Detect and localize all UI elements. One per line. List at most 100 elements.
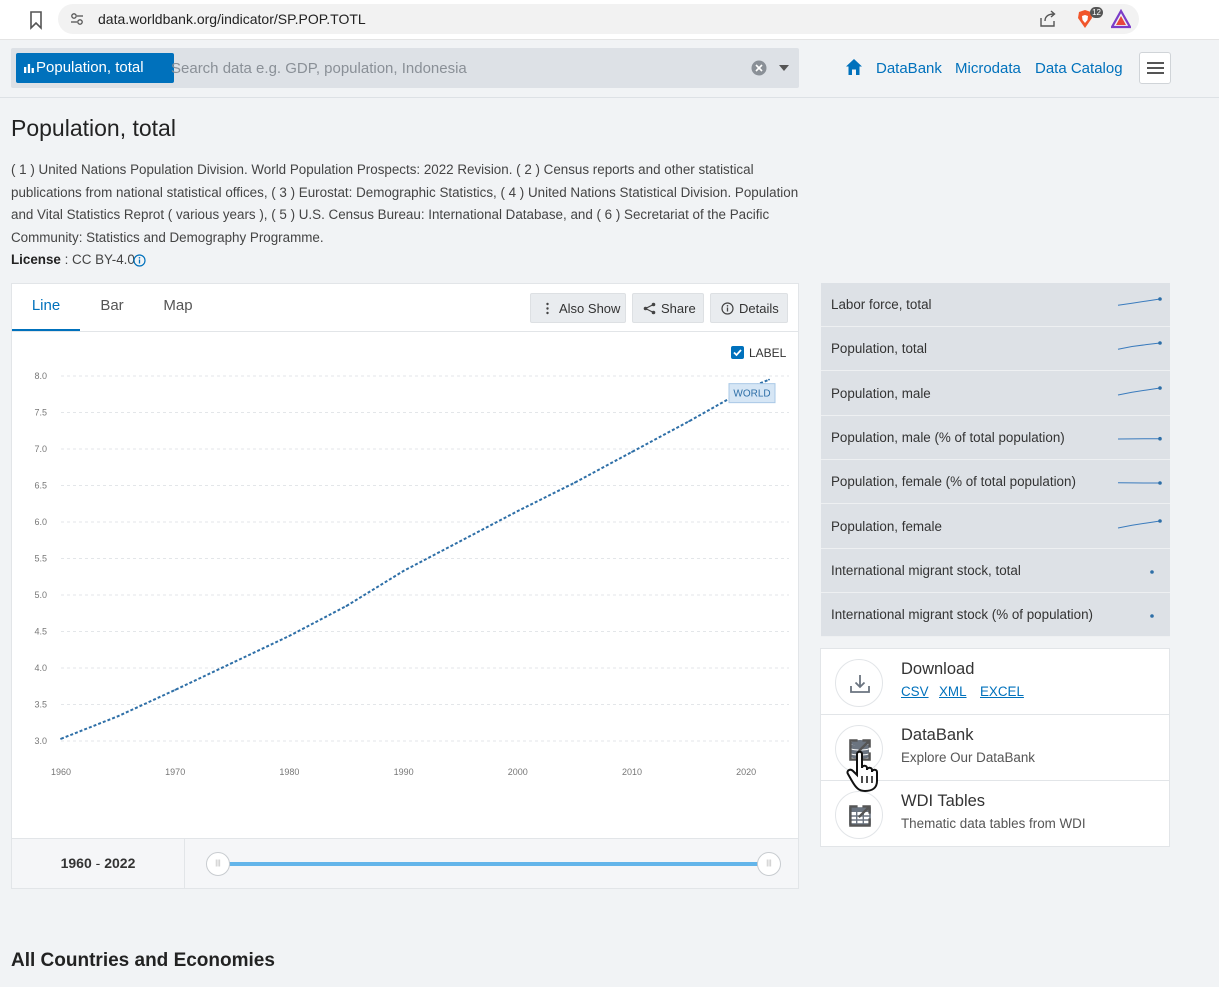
sparkline (1150, 569, 1154, 574)
chevron-down-icon[interactable] (779, 65, 789, 71)
related-indicators-list: Labor force, total Population, total Popul… (821, 283, 1170, 638)
share-page-icon[interactable] (1039, 10, 1057, 28)
chart-card: Line Bar Map Also Show Share Details LAB… (11, 283, 799, 889)
y-tick-label: 5.5 (34, 554, 47, 564)
related-indicator-item[interactable]: Population, female (% of total populatio… (821, 460, 1170, 505)
related-indicator-item[interactable]: Population, male (821, 372, 1170, 416)
related-indicator-item[interactable]: International migrant stock (% of popula… (821, 593, 1170, 638)
year-range-footer: 1960 - 2022 ||| ||| (12, 838, 798, 889)
brave-rewards-icon[interactable] (1111, 9, 1131, 29)
slider-handle-start[interactable]: ||| (206, 852, 230, 876)
also-show-button[interactable]: Also Show (530, 293, 626, 323)
info-icon[interactable] (133, 254, 146, 267)
site-settings-icon[interactable] (70, 12, 84, 26)
bookmark-icon[interactable] (28, 10, 44, 30)
related-indicator-item[interactable]: Population, total (821, 327, 1170, 372)
download-title: Download (901, 660, 975, 678)
databank-title: DataBank (901, 726, 974, 744)
home-icon[interactable] (845, 58, 863, 76)
indicator-chip[interactable]: Population, total (16, 53, 174, 83)
y-tick-label: 8.0 (34, 371, 47, 381)
nav-data-catalog[interactable]: Data Catalog (1035, 60, 1123, 77)
sparkline-endpoint (1158, 341, 1162, 346)
share-button[interactable]: Share (632, 293, 704, 323)
bar-chart-icon (24, 64, 34, 73)
data-point (459, 540, 462, 542)
series-label-text: WORLD (733, 389, 770, 400)
range-separator: - (91, 855, 105, 871)
url-text[interactable]: data.worldbank.org/indicator/SP.POP.TOTL (98, 11, 366, 27)
related-indicator-item[interactable]: Population, male (% of total population) (821, 416, 1170, 460)
sparkline-path (1117, 342, 1161, 351)
sparkline-point (1150, 614, 1154, 618)
range-end: 2022 (104, 855, 136, 871)
page-title: Population, total (11, 115, 176, 141)
related-indicator-label: International migrant stock (% of popula… (831, 607, 1094, 623)
sparkline-endpoint (1158, 481, 1162, 485)
related-indicator-item[interactable]: Labor force, total (821, 283, 1170, 327)
download-icon-circle[interactable] (835, 659, 883, 707)
details-label: Details (739, 301, 779, 316)
year-range-label: 1960 - 2022 (12, 839, 185, 889)
sparkline-endpoint (1158, 385, 1162, 390)
source-description: ( 1 ) United Nations Population Division… (11, 162, 799, 245)
related-indicator-label: Population, female (831, 518, 942, 534)
data-point (631, 451, 633, 453)
browser-toolbar: data.worldbank.org/indicator/SP.POP.TOTL… (0, 0, 1219, 40)
download-csv-link[interactable]: CSV (901, 684, 929, 699)
details-button[interactable]: Details (710, 293, 788, 323)
slider-handle-end[interactable]: ||| (757, 852, 781, 876)
section-title: All Countries and Economies (11, 950, 275, 971)
shields-count-badge: 12 (1090, 7, 1103, 18)
series-label: WORLD (728, 383, 776, 404)
sparkline-endpoint (1158, 436, 1162, 441)
external-link-icon (849, 805, 871, 827)
x-tick-label: 1980 (279, 767, 299, 777)
download-excel-link[interactable]: EXCEL (980, 684, 1024, 699)
download-xml-link[interactable]: XML (939, 684, 967, 699)
y-tick-label: 6.0 (34, 517, 47, 527)
sparkline (1117, 436, 1162, 441)
y-tick-label: 3.0 (34, 736, 47, 746)
wdi-icon-circle[interactable] (835, 791, 883, 839)
address-bar[interactable]: data.worldbank.org/indicator/SP.POP.TOTL… (58, 4, 1139, 34)
y-tick-label: 7.5 (34, 408, 47, 418)
x-tick-label: 2020 (736, 767, 756, 777)
nav-microdata[interactable]: Microdata (955, 60, 1021, 77)
search-bar: Population, total (11, 48, 799, 88)
sparkline (1117, 341, 1162, 351)
clear-search-icon[interactable] (751, 60, 767, 76)
tab-bar[interactable]: Bar (88, 284, 136, 331)
related-indicator-label: Population, total (831, 341, 928, 357)
data-point (688, 420, 690, 423)
sparkline (1117, 385, 1162, 396)
related-indicator-item[interactable]: International migrant stock, total (821, 549, 1170, 593)
sparkline (1117, 481, 1162, 485)
data-point (174, 689, 177, 691)
x-tick-label: 1990 (394, 767, 414, 777)
license-line: License : CC BY-4.0 (11, 252, 135, 267)
data-point (60, 737, 62, 740)
y-tick-label: 6.5 (34, 481, 47, 491)
indicator-chip-label: Population, total (36, 59, 144, 76)
data-point (345, 605, 348, 607)
wdi-title: WDI Tables (901, 792, 986, 810)
related-indicator-item[interactable]: Population, female (821, 505, 1170, 549)
sparkline (1117, 297, 1162, 306)
data-point (288, 634, 291, 637)
hamburger-menu-button[interactable] (1139, 52, 1171, 84)
tab-map[interactable]: Map (152, 284, 204, 331)
x-tick-label: 1970 (165, 767, 185, 777)
nav-databank[interactable]: DataBank (876, 60, 942, 77)
license-label: License (11, 252, 61, 267)
sparkline-endpoint (1158, 518, 1162, 523)
sparkline-point (1150, 569, 1154, 574)
tab-line[interactable]: Line (12, 284, 80, 331)
related-indicator-label: Labor force, total (831, 297, 932, 312)
sparkline-path (1117, 387, 1161, 396)
wdi-subtitle: Thematic data tables from WDI (901, 816, 1086, 831)
x-tick-label: 1960 (51, 767, 71, 777)
year-range-slider[interactable] (218, 862, 770, 866)
search-input[interactable] (171, 53, 741, 83)
download-icon (850, 675, 870, 693)
